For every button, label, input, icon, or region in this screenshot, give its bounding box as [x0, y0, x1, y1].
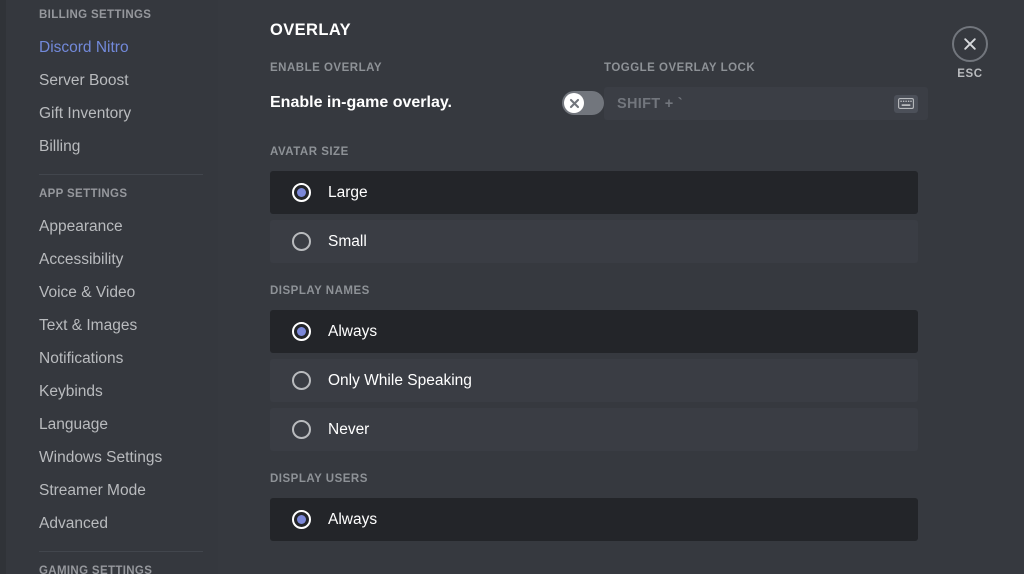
enable-overlay-label: ENABLE OVERLAY [270, 62, 383, 74]
sidebar-item-billing[interactable]: Billing [39, 130, 204, 163]
radio-selected-icon[interactable] [292, 510, 311, 529]
display-users-group: DISPLAY USERS Always [270, 473, 1024, 541]
sidebar-item-windows-settings[interactable]: Windows Settings [39, 441, 204, 474]
avatar-size-group: AVATAR SIZE Large Small [270, 146, 1024, 263]
display-users-options: Always [270, 498, 1024, 541]
sidebar-section-header: GAMING SETTINGS [39, 565, 153, 574]
radio-option-always[interactable]: Always [270, 498, 918, 541]
enable-overlay-description: Enable in-game overlay. [270, 94, 452, 111]
sidebar-item-notifications[interactable]: Notifications [39, 342, 204, 375]
overlay-settings-panel: OVERLAY ENABLE OVERLAY Enable in-game ov… [218, 0, 1024, 574]
sidebar-item-advanced[interactable]: Advanced [39, 507, 204, 540]
sidebar-item-accessibility[interactable]: Accessibility [39, 243, 204, 276]
sidebar-item-voice-video[interactable]: Voice & Video [39, 276, 204, 309]
radio-option-never[interactable]: Never [270, 408, 918, 451]
toggle-overlay-lock-column: TOGGLE OVERLAY LOCK SHIFT + ` [604, 62, 928, 120]
sidebar-item-discord-nitro[interactable]: Discord Nitro [39, 31, 204, 64]
radio-option-label: Small [328, 232, 367, 250]
sidebar-item-streamer-mode[interactable]: Streamer Mode [39, 474, 204, 507]
radio-option-label: Always [328, 322, 378, 340]
esc-label: ESC [957, 68, 983, 80]
radio-option-large[interactable]: Large [270, 171, 918, 214]
settings-sidebar[interactable]: BILLING SETTINGS Discord Nitro Server Boos… [6, 0, 218, 574]
sidebar-item-appearance[interactable]: Appearance [39, 210, 204, 243]
sidebar-item-server-boost[interactable]: Server Boost [39, 64, 204, 97]
sidebar-item-language[interactable]: Language [39, 408, 204, 441]
keyboard-icon[interactable] [894, 94, 918, 113]
keyboard-glyph-icon [898, 98, 914, 109]
keybind-input[interactable]: SHIFT + ` [604, 87, 928, 120]
radio-option-label: Only While Speaking [328, 371, 472, 389]
radio-unselected-icon[interactable] [292, 232, 311, 251]
discord-settings-window: BILLING SETTINGS Discord Nitro Server Boos… [0, 0, 1024, 574]
toggle-knob [564, 93, 584, 113]
radio-option-label: Large [328, 183, 368, 201]
keybind-value: SHIFT + ` [617, 95, 683, 112]
display-names-label: DISPLAY NAMES [270, 285, 370, 297]
radio-unselected-icon[interactable] [292, 420, 311, 439]
sidebar-item-keybinds[interactable]: Keybinds [39, 375, 204, 408]
display-names-options: Always Only While Speaking Never [270, 310, 1024, 451]
radio-option-small[interactable]: Small [270, 220, 918, 263]
sidebar-divider [39, 551, 203, 552]
sidebar-section-header: APP SETTINGS [39, 188, 128, 200]
radio-unselected-icon[interactable] [292, 371, 311, 390]
close-x-icon [964, 38, 976, 50]
display-names-group: DISPLAY NAMES Always Only While Speaking N… [270, 285, 1024, 451]
sidebar-divider [39, 174, 203, 175]
overlay-top-row: ENABLE OVERLAY Enable in-game overlay. T… [270, 62, 928, 120]
sidebar-item-gift-inventory[interactable]: Gift Inventory [39, 97, 204, 130]
avatar-size-options: Large Small [270, 171, 1024, 263]
enable-overlay-toggle[interactable] [562, 91, 604, 115]
radio-option-label: Never [328, 420, 370, 438]
radio-option-only-while-speaking[interactable]: Only While Speaking [270, 359, 918, 402]
radio-option-label: Always [328, 510, 378, 528]
close-x-icon [569, 98, 579, 108]
sidebar-item-list: BILLING SETTINGS Discord Nitro Server Boos… [6, 8, 218, 574]
display-users-label: DISPLAY USERS [270, 473, 368, 485]
page-title: OVERLAY [270, 21, 352, 39]
enable-overlay-row: Enable in-game overlay. [270, 87, 604, 119]
sidebar-item-text-images[interactable]: Text & Images [39, 309, 204, 342]
radio-option-always[interactable]: Always [270, 310, 918, 353]
enable-overlay-column: ENABLE OVERLAY Enable in-game overlay. [270, 62, 604, 120]
sidebar-section-header: BILLING SETTINGS [39, 9, 152, 21]
avatar-size-label: AVATAR SIZE [270, 146, 349, 158]
close-icon-circle [952, 26, 988, 62]
close-settings-button[interactable]: ESC [946, 26, 994, 80]
radio-selected-icon[interactable] [292, 183, 311, 202]
toggle-overlay-lock-label: TOGGLE OVERLAY LOCK [604, 62, 756, 74]
radio-selected-icon[interactable] [292, 322, 311, 341]
